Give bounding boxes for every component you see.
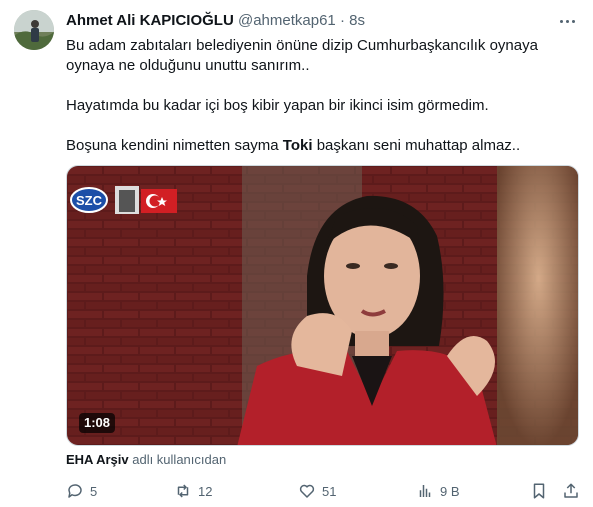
analytics-icon bbox=[419, 485, 431, 497]
share-icon bbox=[564, 483, 578, 498]
reply-count: 5 bbox=[90, 483, 98, 499]
bookmark-icon bbox=[533, 483, 545, 499]
author-name[interactable]: Ahmet Ali KAPICIOĞLU bbox=[66, 12, 234, 29]
bookmark-button[interactable] bbox=[530, 480, 548, 502]
tweet-paragraph-3: Boşuna kendini nimetten sayma Toki başka… bbox=[66, 136, 566, 156]
video-player[interactable]: SZC 1:08 bbox=[66, 165, 579, 446]
tweet-header: Ahmet Ali KAPICIOĞLU @ahmetkap61 · 8s bbox=[66, 11, 573, 31]
avatar[interactable] bbox=[14, 10, 54, 50]
tweet-paragraph-1: Bu adam zabıtaları belediyenin önüne diz… bbox=[66, 37, 538, 74]
timestamp[interactable]: 8s bbox=[349, 12, 365, 29]
heart-icon bbox=[299, 484, 315, 498]
video-attribution: EHA Arşiv adlı kullanıcıdan bbox=[66, 452, 226, 468]
tweet-actions: 5 12 51 9 B bbox=[66, 480, 583, 504]
like-button[interactable]: 51 bbox=[298, 480, 336, 502]
tweet-text-segment: Boşuna kendini nimetten sayma bbox=[66, 137, 283, 154]
attribution-suffix: adlı kullanıcıdan bbox=[128, 452, 227, 467]
reply-icon bbox=[68, 484, 82, 498]
views-button[interactable]: 9 B bbox=[416, 480, 460, 502]
share-button[interactable] bbox=[562, 480, 580, 502]
separator-dot: · bbox=[339, 12, 345, 29]
tweet-text: Bu adam zabıtaları belediyenin önüne diz… bbox=[66, 36, 566, 156]
retweet-count: 12 bbox=[198, 483, 213, 499]
like-count: 51 bbox=[322, 483, 337, 499]
tweet-paragraph-2: Hayatımda bu kadar içi boş kibir yapan b… bbox=[66, 97, 489, 114]
channel-logo: SZC bbox=[70, 186, 177, 214]
author-handle[interactable]: @ahmetkap61 bbox=[238, 12, 336, 29]
video-thumbnail: SZC bbox=[67, 166, 578, 445]
reply-button[interactable]: 5 bbox=[66, 480, 97, 502]
video-duration: 1:08 bbox=[79, 413, 116, 433]
retweet-icon bbox=[177, 484, 189, 498]
more-options-icon[interactable] bbox=[557, 13, 577, 29]
retweet-button[interactable]: 12 bbox=[174, 480, 212, 502]
channel-logo-text: SZC bbox=[76, 193, 103, 208]
view-count: 9 B bbox=[440, 483, 460, 499]
attribution-source[interactable]: EHA Arşiv bbox=[66, 452, 129, 467]
tweet-text-bold: Toki bbox=[282, 137, 313, 154]
tweet-text-segment: başkanı seni muhattap almaz.. bbox=[312, 137, 521, 154]
